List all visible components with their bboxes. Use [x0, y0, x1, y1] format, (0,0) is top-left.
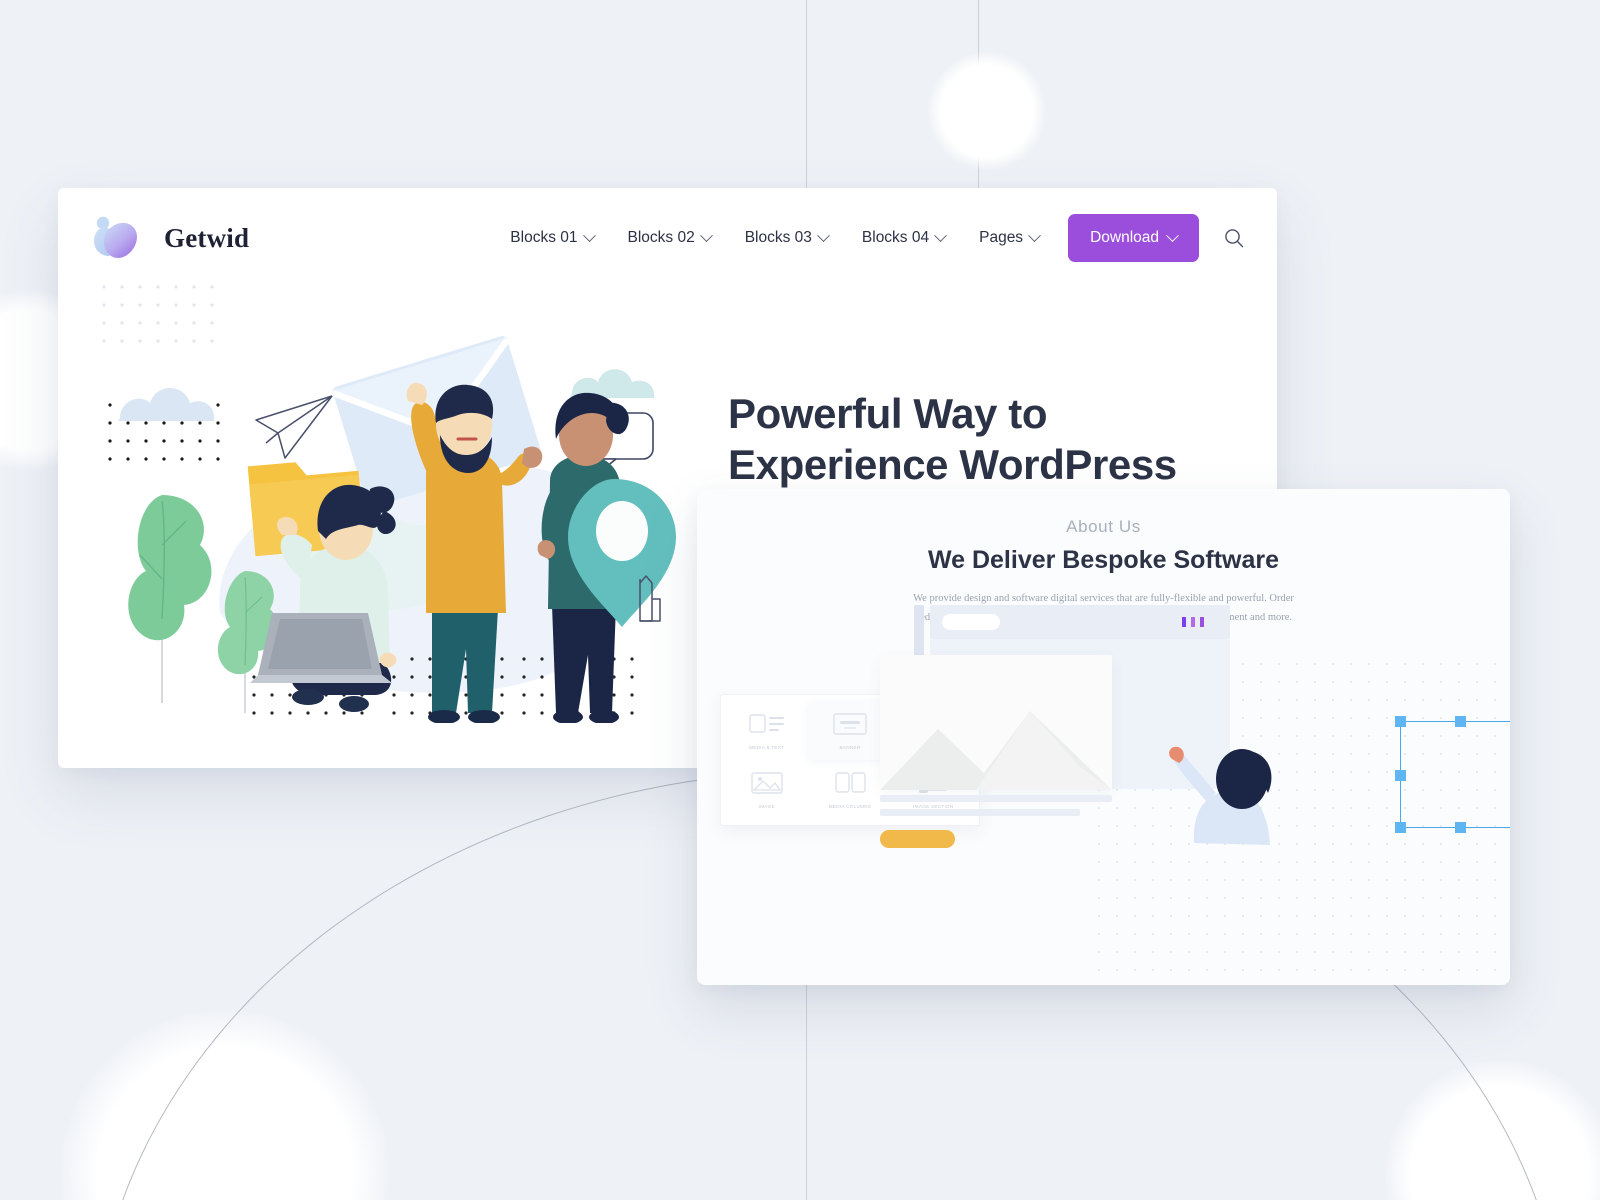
chevron-down-icon [1166, 228, 1179, 242]
hero-title-line-2: Experience WordPress [728, 441, 1177, 489]
toolbar-dot [1200, 617, 1204, 627]
selection-handle[interactable] [1395, 822, 1406, 833]
site-header: Getwid Blocks 01 Blocks 02 Blocks 03 Blo… [58, 188, 1277, 288]
selection-frame[interactable] [1395, 716, 1510, 833]
nav-item-label: Blocks 02 [627, 229, 695, 246]
editor-toolbar-field[interactable] [942, 614, 1000, 630]
search-icon [1225, 229, 1244, 248]
hero-copy: Powerful Way to Experience WordPress [728, 388, 1228, 490]
nav-item-blocks-04[interactable]: Blocks 04 [845, 219, 962, 257]
columns-block-icon [835, 771, 866, 793]
editor-cta-button[interactable] [880, 830, 955, 848]
hero-title-line-1: Powerful Way to [728, 390, 1048, 437]
editor-canvas[interactable] [880, 655, 1112, 790]
block-item-label: IMAGE [758, 803, 775, 809]
media-text-block-icon [748, 713, 784, 733]
team-collaboration-illustration [100, 283, 740, 724]
about-card: About Us We Deliver Bespoke Software We … [697, 489, 1510, 985]
brand-logo[interactable]: Getwid [90, 213, 249, 263]
chevron-down-icon [699, 228, 713, 242]
selection-handle[interactable] [1455, 716, 1466, 727]
nav-item-blocks-01[interactable]: Blocks 01 [493, 219, 610, 257]
nav-item-pages[interactable]: Pages [962, 219, 1056, 257]
nav-item-blocks-02[interactable]: Blocks 02 [611, 219, 728, 257]
editor-text-lines [880, 795, 1112, 823]
getwid-heart-logo-icon [90, 213, 148, 263]
chevron-down-icon [582, 228, 596, 242]
block-item-label: MEDIA & TEXT [749, 744, 785, 750]
nav-item-label: Blocks 01 [510, 229, 578, 246]
main-navigation: Blocks 01 Blocks 02 Blocks 03 Blocks 04 … [493, 214, 1253, 262]
editor-mockup [880, 550, 1510, 848]
mountain-image-placeholder [880, 655, 1112, 790]
editor-text-line [880, 809, 1080, 816]
editor-text-line [880, 795, 1112, 802]
nav-item-label: Blocks 03 [744, 229, 812, 246]
download-button[interactable]: Download [1068, 214, 1199, 262]
background-vertical-line [806, 0, 807, 192]
block-item-label: BANNER [839, 744, 861, 750]
person-illustration [1158, 735, 1278, 845]
background-glow-circle [928, 52, 1046, 170]
chevron-down-icon [934, 228, 947, 242]
editor-toolbar-dots [1182, 617, 1204, 627]
selection-handle[interactable] [1395, 716, 1406, 727]
brand-name: Getwid [164, 222, 250, 253]
selection-handle[interactable] [1455, 822, 1466, 833]
block-item-image[interactable]: IMAGE [725, 760, 808, 819]
editor-toolbar[interactable] [930, 605, 1230, 639]
nav-item-blocks-03[interactable]: Blocks 03 [728, 219, 845, 257]
download-button-label: Download [1090, 229, 1159, 246]
selection-handle[interactable] [1395, 770, 1406, 781]
about-eyebrow: About Us [1066, 517, 1141, 536]
page-title: Powerful Way to Experience WordPress [728, 388, 1228, 490]
toolbar-dot [1191, 617, 1195, 627]
nav-item-label: Blocks 04 [861, 229, 930, 246]
toolbar-dot [1182, 617, 1186, 627]
image-block-icon [750, 771, 783, 794]
nav-item-label: Pages [979, 229, 1024, 246]
block-item-label: MEDIA COLUMNS [828, 803, 872, 809]
banner-block-icon [833, 712, 867, 735]
search-button[interactable] [1223, 227, 1245, 249]
chevron-down-icon [817, 228, 830, 242]
block-item-media-text[interactable]: MEDIA & TEXT [725, 701, 808, 760]
chevron-down-icon [1028, 228, 1041, 242]
